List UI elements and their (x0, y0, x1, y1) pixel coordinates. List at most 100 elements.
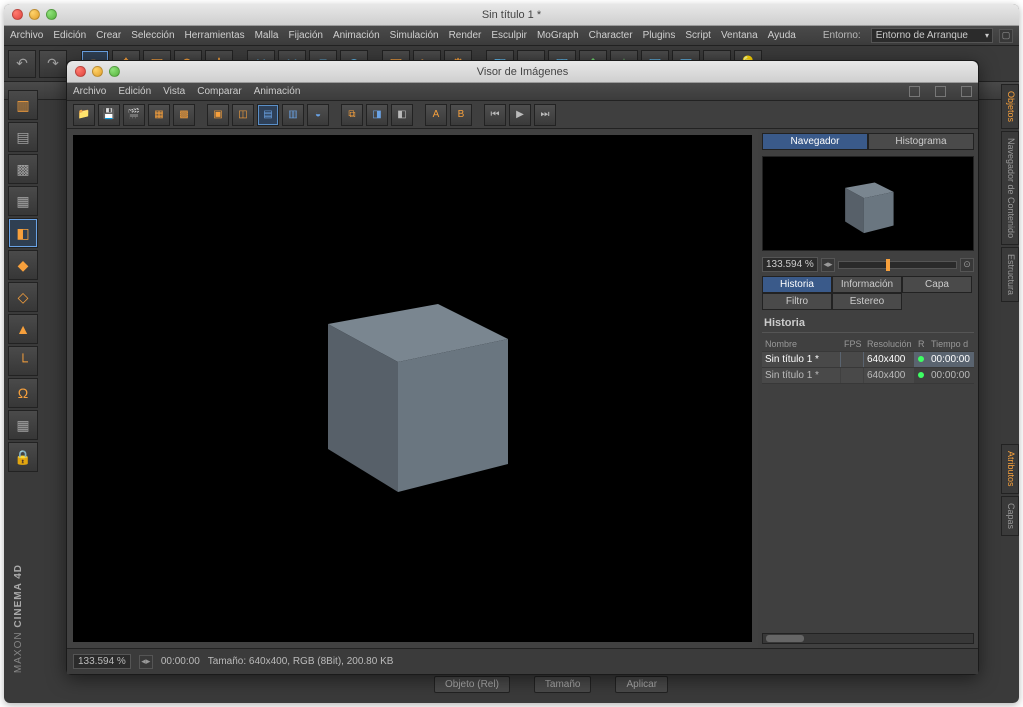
collapse-icon[interactable] (909, 86, 920, 97)
dock-icon[interactable] (961, 86, 972, 97)
zoom-stepper-icon[interactable]: ◂▸ (821, 258, 835, 272)
zoom-slider[interactable] (838, 261, 957, 269)
menu-herramientas[interactable]: Herramientas (185, 30, 245, 41)
rgb-icon[interactable]: ▤ (257, 104, 279, 126)
tab-atributos[interactable]: Atributos (1001, 444, 1019, 494)
status-dot-icon (918, 372, 924, 378)
status-zoom[interactable]: 133.594 % (73, 654, 131, 669)
channel-icon[interactable]: ▥ (282, 104, 304, 126)
tab-informacion[interactable]: Información (832, 276, 902, 293)
grid1-icon[interactable]: ▦ (148, 104, 170, 126)
lock-icon[interactable]: 🔒 (8, 442, 38, 472)
menu-render[interactable]: Render (449, 30, 482, 41)
menu-fijacion[interactable]: Fijación (288, 30, 322, 41)
workplane-icon[interactable]: ▦ (8, 186, 38, 216)
clapper-icon[interactable]: 🎬 (123, 104, 145, 126)
navigator-thumbnail[interactable] (762, 156, 974, 251)
menu-plugins[interactable]: Plugins (643, 30, 676, 41)
document-icon[interactable]: ▢ (999, 29, 1013, 43)
texture-mode-icon[interactable]: ▩ (8, 154, 38, 184)
compare-wipe-icon[interactable]: ◧ (391, 104, 413, 126)
tab-capa[interactable]: Capa (902, 276, 972, 293)
tab-navegador[interactable]: Navegador (762, 133, 868, 150)
undo-icon[interactable]: ↶ (8, 50, 36, 78)
aplicar-button[interactable]: Aplicar (615, 676, 668, 693)
menu-simulacion[interactable]: Simulación (390, 30, 439, 41)
field-tamano[interactable]: Tamaño (534, 676, 592, 693)
visor-menu-comparar[interactable]: Comparar (197, 86, 241, 97)
history-row[interactable]: Sin título 1 * 640x400 00:00:00 (762, 352, 974, 368)
grid-icon[interactable]: ▦ (8, 410, 38, 440)
prev-frame-icon[interactable]: ⏮ (484, 104, 506, 126)
app-brand: MAXON CINEMA 4D (13, 564, 24, 673)
tab-capas[interactable]: Capas (1001, 496, 1019, 536)
folder-icon[interactable]: 📁 (73, 104, 95, 126)
menu-esculpir[interactable]: Esculpir (491, 30, 527, 41)
grid2-icon[interactable]: ▩ (173, 104, 195, 126)
visor-menu-animacion[interactable]: Animación (254, 86, 301, 97)
visor-menu-edicion[interactable]: Edición (118, 86, 151, 97)
alpha-icon[interactable]: ◒ (307, 104, 329, 126)
close-icon[interactable] (75, 66, 86, 77)
set-a-icon[interactable]: A (425, 104, 447, 126)
navigator-tabs: Navegador Histograma (762, 133, 974, 150)
tab-historia[interactable]: Historia (762, 276, 832, 293)
menu-crear[interactable]: Crear (96, 30, 121, 41)
zoom-stepper-icon[interactable]: ◂▸ (139, 655, 153, 669)
tab-navegador-contenido[interactable]: Navegador de Contenido (1001, 131, 1019, 245)
axis-mode-icon[interactable]: └ (8, 346, 38, 376)
tab-estereo[interactable]: Estereo (832, 293, 902, 310)
menu-animacion[interactable]: Animación (333, 30, 380, 41)
model-mode-icon[interactable]: ▤ (8, 122, 38, 152)
menu-mograph[interactable]: MoGraph (537, 30, 579, 41)
menu-ayuda[interactable]: Ayuda (768, 30, 796, 41)
menu-malla[interactable]: Malla (255, 30, 279, 41)
visor-menu-vista[interactable]: Vista (163, 86, 185, 97)
zoom-icon[interactable] (109, 66, 120, 77)
window-controls (12, 9, 57, 20)
make-editable-icon[interactable]: ▥ (8, 90, 38, 120)
zoom-value[interactable]: 133.594 % (762, 257, 818, 272)
minimize-icon[interactable] (92, 66, 103, 77)
menu-script[interactable]: Script (685, 30, 711, 41)
col-tiempo: Tiempo d (928, 337, 974, 351)
history-row[interactable]: Sin título 1 * 640x400 00:00:00 (762, 368, 974, 384)
snap-icon[interactable]: Ω (8, 378, 38, 408)
menu-character[interactable]: Character (589, 30, 633, 41)
field-objeto[interactable]: Objeto (Rel) (434, 676, 510, 693)
actual-size-icon[interactable]: ◫ (232, 104, 254, 126)
visor-window-controls (75, 66, 120, 77)
save-icon[interactable]: 💾 (98, 104, 120, 126)
fit-icon[interactable]: ▣ (207, 104, 229, 126)
zoom-reset-icon[interactable]: ⊙ (960, 258, 974, 272)
zoom-icon[interactable] (46, 9, 57, 20)
point-mode-icon[interactable]: ◆ (8, 250, 38, 280)
tab-objetos[interactable]: Objetos (1001, 84, 1019, 129)
expand-icon[interactable] (935, 86, 946, 97)
menu-archivo[interactable]: Archivo (10, 30, 43, 41)
visor-side-panel: Navegador Histograma 133.594 % ◂▸ ⊙ Hist… (758, 129, 978, 648)
menu-edicion[interactable]: Edición (53, 30, 86, 41)
play-icon[interactable]: ▶ (509, 104, 531, 126)
environment-selector[interactable]: Entorno de Arranque (871, 28, 993, 43)
horizontal-scrollbar[interactable] (762, 633, 974, 644)
tab-filtro[interactable]: Filtro (762, 293, 832, 310)
tab-histograma[interactable]: Histograma (868, 133, 974, 150)
compare-ab-icon[interactable]: ⧉ (341, 104, 363, 126)
compare-split-icon[interactable]: ◨ (366, 104, 388, 126)
menu-ventana[interactable]: Ventana (721, 30, 758, 41)
set-b-icon[interactable]: B (450, 104, 472, 126)
next-frame-icon[interactable]: ⏭ (534, 104, 556, 126)
tab-estructura[interactable]: Estructura (1001, 247, 1019, 302)
close-icon[interactable] (12, 9, 23, 20)
left-tool-column: ▥ ▤ ▩ ▦ ◧ ◆ ◇ ▲ └ Ω ▦ 🔒 (8, 90, 44, 472)
visor-menu-archivo[interactable]: Archivo (73, 86, 106, 97)
main-titlebar: Sin título 1 * (4, 4, 1019, 26)
edge-mode-icon[interactable]: ◇ (8, 282, 38, 312)
menu-seleccion[interactable]: Selección (131, 30, 174, 41)
redo-icon[interactable]: ↷ (39, 50, 67, 78)
polygon-mode-icon[interactable]: ▲ (8, 314, 38, 344)
object-mode-icon[interactable]: ◧ (8, 218, 38, 248)
minimize-icon[interactable] (29, 9, 40, 20)
render-view[interactable] (73, 135, 752, 642)
